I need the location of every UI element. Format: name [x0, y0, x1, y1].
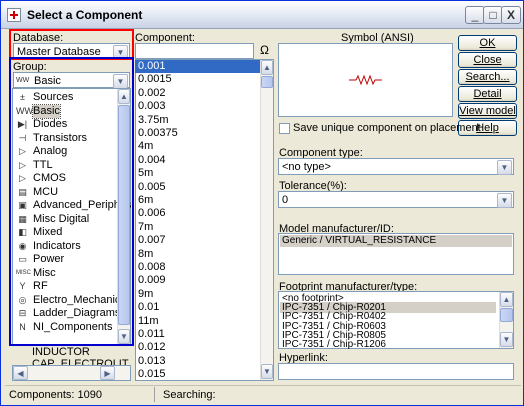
component-item[interactable]: 0.004 [135, 154, 260, 167]
window-title: Select a Component [27, 8, 143, 22]
symbol-preview [278, 43, 453, 117]
ohm-icon[interactable]: Ω [260, 43, 269, 57]
horizontal-scrollbar[interactable]: ◀ ▶ [12, 365, 131, 381]
app-icon [7, 8, 21, 22]
scroll-left-icon[interactable]: ◀ [13, 366, 28, 380]
component-item[interactable]: 4m [135, 140, 260, 153]
save-unique-label: Save unique component on placement [293, 122, 481, 134]
select-component-dialog: Select a Component _ □ X Database: Maste… [0, 0, 524, 406]
component-item[interactable]: 0.005 [135, 181, 260, 194]
scroll-up-icon[interactable]: ▲ [500, 292, 513, 307]
chevron-down-icon[interactable]: ▼ [497, 193, 512, 208]
highlight-box-blue [9, 57, 134, 346]
component-type-value: <no type> [282, 161, 331, 173]
close-window-button[interactable]: X [501, 6, 521, 24]
scroll-down-icon[interactable]: ▼ [500, 332, 513, 347]
component-item[interactable]: 8m [135, 248, 260, 261]
chevron-down-icon[interactable]: ▼ [497, 160, 512, 175]
component-item[interactable]: 0.0015 [135, 73, 260, 86]
component-item[interactable]: 11m [135, 315, 260, 328]
component-item[interactable]: 0.00375 [135, 127, 260, 140]
hyperlink-field[interactable] [278, 363, 514, 380]
component-item[interactable]: 0.007 [135, 234, 260, 247]
minimize-button[interactable]: _ [465, 6, 485, 24]
component-item[interactable]: 0.015 [135, 368, 260, 381]
component-search-input[interactable] [135, 43, 254, 59]
component-item[interactable]: 0.002 [135, 87, 260, 100]
component-item[interactable]: 9m [135, 288, 260, 301]
save-unique-checkbox[interactable] [279, 123, 290, 134]
component-list-scrollbar[interactable]: ▲ ▼ [260, 60, 273, 380]
scroll-down-icon[interactable]: ▼ [261, 364, 273, 379]
search-button[interactable]: Search... [458, 69, 517, 85]
list-item[interactable]: Generic / VIRTUAL_RESISTANCE [280, 235, 512, 247]
component-item[interactable]: 5m [135, 167, 260, 180]
tolerance-dropdown[interactable]: 0 ▼ [278, 191, 514, 208]
view-model-button[interactable]: View model [458, 103, 517, 119]
component-item[interactable]: 0.006 [135, 207, 260, 220]
tolerance-value: 0 [282, 194, 289, 206]
close-button[interactable]: Close [458, 52, 517, 68]
component-item[interactable]: 0.008 [135, 261, 260, 274]
component-item[interactable]: 0.009 [135, 274, 260, 287]
scroll-right-icon[interactable]: ▶ [100, 366, 115, 380]
component-item[interactable]: 7m [135, 221, 260, 234]
status-divider [154, 387, 155, 402]
component-item[interactable]: 3.75m [135, 114, 260, 127]
component-type-dropdown[interactable]: <no type> ▼ [278, 158, 514, 175]
title-bar[interactable]: Select a Component _ □ X [1, 1, 523, 29]
scroll-thumb[interactable] [500, 308, 513, 322]
component-item[interactable]: 0.012 [135, 341, 260, 354]
component-item[interactable]: 0.003 [135, 100, 260, 113]
component-item[interactable]: 6m [135, 194, 260, 207]
resistor-symbol-icon [349, 74, 382, 86]
component-item[interactable]: 0.001 [135, 60, 260, 73]
footprint-item[interactable]: IPC-7351 / Chip-R1206 [280, 339, 496, 350]
component-item[interactable]: 0.01 [135, 301, 260, 314]
maximize-button[interactable]: □ [483, 6, 503, 24]
footprint-list-scrollbar[interactable]: ▲ ▼ [499, 292, 513, 348]
component-item[interactable]: 0.013 [135, 355, 260, 368]
highlight-box-red [9, 29, 134, 60]
list-item[interactable]: INDUCTOR [32, 346, 90, 358]
scroll-up-icon[interactable]: ▲ [261, 60, 273, 75]
status-bar: Components: 1090 Searching: [5, 385, 521, 403]
components-count: Components: 1090 [9, 389, 102, 401]
model-list[interactable]: Generic / VIRTUAL_RESISTANCE [278, 233, 514, 275]
ok-button[interactable]: OK [458, 35, 517, 51]
searching-status: Searching: [163, 389, 216, 401]
scroll-thumb[interactable] [261, 76, 273, 88]
detail-report-button[interactable]: Detail report [458, 86, 517, 114]
component-item[interactable]: 0.011 [135, 328, 260, 341]
